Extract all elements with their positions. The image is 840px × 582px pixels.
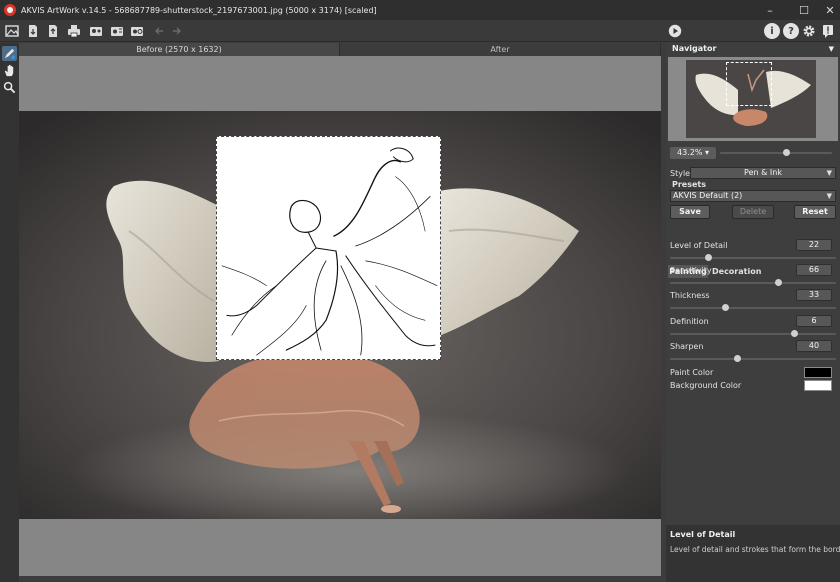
presets-value: AKVIS Default (2) [673,191,743,200]
param-slider-knob[interactable] [790,330,798,337]
zoom-slider-track[interactable] [720,152,832,154]
param-slider-knob[interactable] [704,254,712,261]
param-slider-track[interactable] [670,307,836,309]
style-value: Pen & Ink [744,168,782,177]
pen-ink-sketch [221,147,438,356]
paint-color-row: Paint Color [670,367,836,380]
title-bar: AKVIS ArtWork v.14.5 - 568687789-shutter… [0,0,840,20]
minimize-button[interactable]: – [756,0,784,20]
zoom-icon[interactable] [2,80,17,95]
save-preset-button[interactable]: Save [670,205,710,219]
plugin-icon[interactable] [109,23,125,39]
load-settings-icon[interactable] [25,23,41,39]
tool-strip [0,43,19,582]
param-level-of-detail: Level of Detail 22 [670,239,836,264]
param-slider-knob[interactable] [733,355,741,362]
image-canvas[interactable] [19,56,661,576]
view-tabs: Before (2570 x 1632) After [19,43,661,56]
param-thickness: Thickness 33 [670,289,836,314]
notice-icon[interactable] [820,23,836,39]
forward-icon[interactable] [168,23,184,39]
param-slider-track[interactable] [670,358,836,360]
param-sharpen: Sharpen 40 [670,340,836,365]
presets-dropdown[interactable]: AKVIS Default (2) ▼ [670,190,836,202]
param-label: Sensitivity [670,266,712,275]
window-title: AKVIS ArtWork v.14.5 - 568687789-shutter… [21,5,377,15]
tab-before[interactable]: Before (2570 x 1632) [19,43,340,56]
settings-panel: Navigator ▼ 43.2% ▾ Style: Pen & Ink ▼ P… [666,43,840,582]
akvis-logo-icon [4,4,16,16]
print-icon[interactable] [66,23,82,39]
help-panel: Level of Detail Level of detail and stro… [666,525,840,582]
sketch-preview-area[interactable] [216,136,441,360]
play-icon[interactable] [667,23,683,39]
save-settings-icon[interactable] [45,23,61,39]
preset-buttons: Save Delete Reset [670,205,836,220]
zoom-field[interactable]: 43.2% ▾ [670,147,716,159]
param-label: Level of Detail [670,241,728,250]
chevron-down-icon: ▼ [826,192,832,200]
background-color-swatch[interactable] [804,380,832,391]
zoom-control: 43.2% ▾ [670,147,836,160]
delete-preset-button[interactable]: Delete [732,205,774,219]
param-value-field[interactable]: 6 [796,315,832,327]
settings-icon[interactable] [801,23,817,39]
presets-header: Presets [670,180,836,190]
help-title: Level of Detail [670,530,736,539]
presets-row: AKVIS Default (2) ▼ [670,190,836,203]
app-window: AKVIS ArtWork v.14.5 - 568687789-shutter… [0,0,840,582]
param-definition: Definition 6 [670,315,836,340]
maximize-button[interactable]: ☐ [790,0,818,20]
background-color-label: Background Color [670,381,742,390]
hand-icon[interactable] [2,63,17,78]
navigator-viewport-frame[interactable] [726,62,772,106]
param-value-field[interactable]: 66 [796,264,832,276]
brush-tool-icon[interactable] [2,46,17,61]
presets-label: Presets [672,180,707,189]
navigator-preview[interactable] [668,57,838,141]
help-icon[interactable]: ? [783,23,799,39]
back-icon[interactable] [152,23,168,39]
collapse-arrow-icon[interactable]: ▼ [829,43,834,55]
batch-icon[interactable] [88,23,104,39]
param-slider-track[interactable] [670,257,836,259]
info-icon[interactable]: i [764,23,780,39]
param-label: Sharpen [670,342,704,351]
style-dropdown[interactable]: Pen & Ink ▼ [690,167,836,179]
paint-color-swatch[interactable] [804,367,832,378]
param-slider-knob[interactable] [722,304,730,311]
param-label: Definition [670,317,709,326]
zoom-slider-knob[interactable] [783,149,790,156]
param-value-field[interactable]: 22 [796,239,832,251]
toolbar: i ? [0,20,840,42]
tab-after[interactable]: After [340,43,661,56]
param-slider-knob[interactable] [774,279,782,286]
param-slider-track[interactable] [670,333,836,335]
close-button[interactable]: ✕ [816,0,840,20]
chevron-down-icon: ▼ [826,169,832,177]
param-value-field[interactable]: 33 [796,289,832,301]
param-slider-track[interactable] [670,282,836,284]
zoom-value: 43.2% [677,148,703,157]
navigator-title: Navigator [672,44,717,53]
param-value-field[interactable]: 40 [796,340,832,352]
help-text: Level of detail and strokes that form th… [670,545,840,554]
reset-preset-button[interactable]: Reset [794,205,836,219]
open-image-icon[interactable] [4,23,20,39]
paint-color-label: Paint Color [670,368,714,377]
style-row: Style: Pen & Ink ▼ [670,167,836,180]
share-icon[interactable] [129,23,145,39]
navigator-header: Navigator ▼ [666,43,840,55]
background-color-row: Background Color [670,380,836,393]
param-sensitivity: Sensitivity 66 [670,264,836,289]
param-label: Thickness [670,291,710,300]
